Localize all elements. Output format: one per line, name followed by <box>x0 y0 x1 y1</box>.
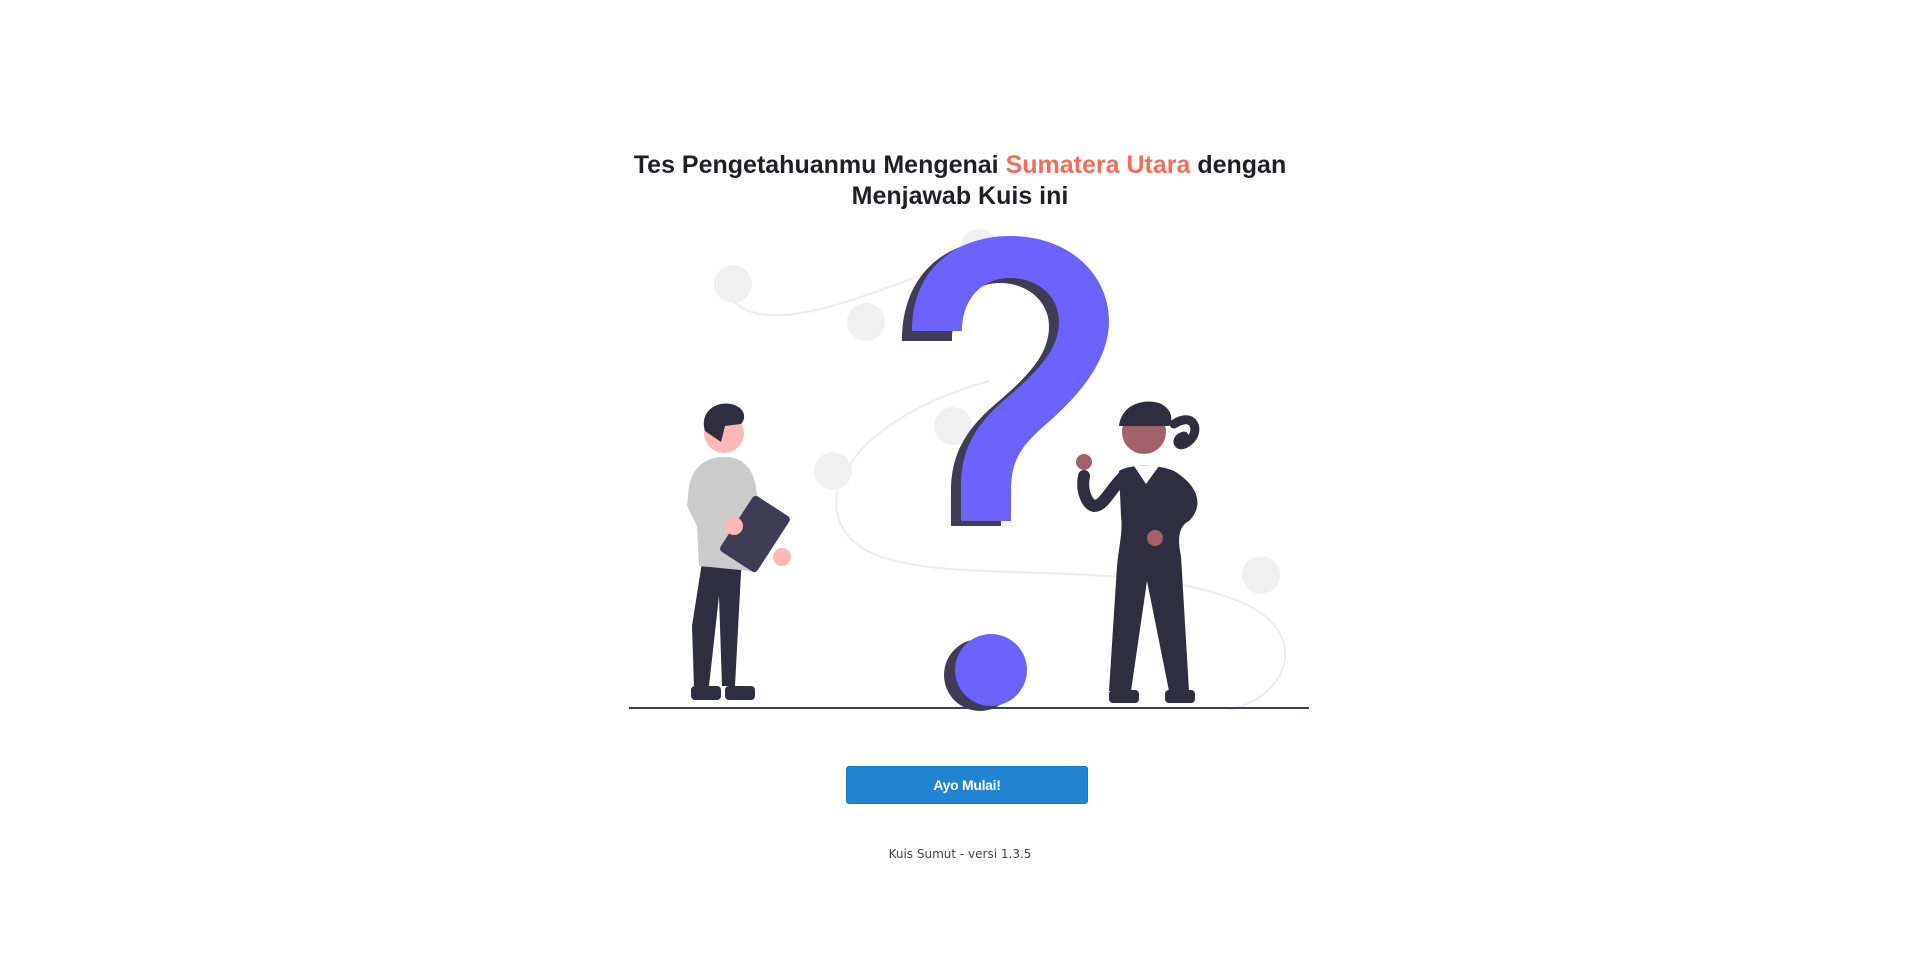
start-quiz-button[interactable]: Ayo Mulai! <box>846 766 1088 804</box>
man-figure <box>687 403 791 700</box>
question-illustration <box>629 229 1309 711</box>
title-text-part1: Tes Pengetahuanmu Mengenai <box>633 151 1006 179</box>
woman-figure <box>1076 401 1200 703</box>
quiz-landing-page: Tes Pengetahuanmu Mengenai Sumatera Utar… <box>0 0 1920 969</box>
decor-circle <box>1242 556 1280 594</box>
question-mark <box>912 236 1109 706</box>
decor-circle <box>714 265 752 303</box>
page-title: Tes Pengetahuanmu Mengenai Sumatera Utar… <box>0 150 1920 212</box>
decor-circle <box>847 303 885 341</box>
title-text-line2: Menjawab Kuis ini <box>851 182 1069 210</box>
decor-circle <box>814 452 852 490</box>
title-highlight: Sumatera Utara <box>1005 151 1191 179</box>
title-text-part2: dengan <box>1190 151 1287 179</box>
version-footer: Kuis Sumut - versi 1.3.5 <box>888 847 1032 861</box>
decor-curve-loop <box>835 380 1287 711</box>
